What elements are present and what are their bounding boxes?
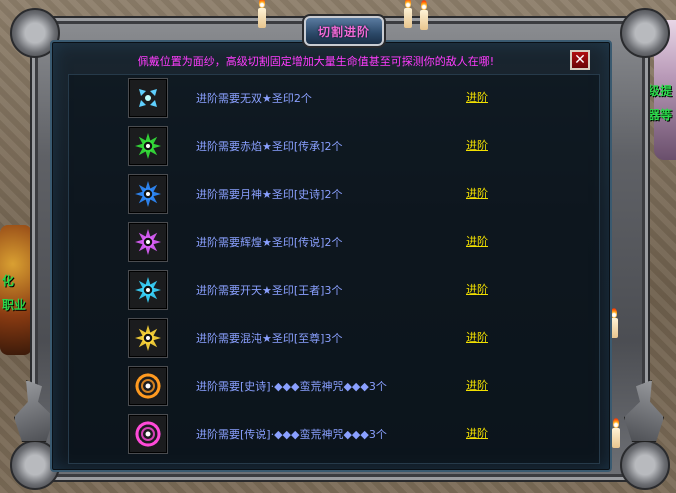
upgrade-row: 进阶需要混沌★圣印[至尊]3个 进阶 <box>128 318 578 358</box>
npc-figure-left <box>0 225 32 355</box>
requirement-text: 进阶需要赤焰★圣印[传承]2个 <box>196 140 343 153</box>
requirement-text: 进阶需要开天★圣印[王者]3个 <box>196 284 343 297</box>
requirement-text: 进阶需要[传说]·◆◆◆蛮荒神咒◆◆◆3个 <box>196 428 387 441</box>
seal-wushuang-icon <box>128 78 168 118</box>
upgrade-button[interactable]: 进阶 <box>466 137 488 153</box>
upgrade-button[interactable]: 进阶 <box>466 233 488 249</box>
upgrade-row: 进阶需要开天★圣印[王者]3个 进阶 <box>128 270 578 310</box>
close-icon: ✕ <box>574 52 586 68</box>
seal-chiyan-icon <box>128 126 168 166</box>
upgrade-row: 进阶需要辉煌★圣印[传说]2个 进阶 <box>128 222 578 262</box>
corner-ornament-top-right <box>620 8 670 58</box>
close-button[interactable]: ✕ <box>570 50 590 70</box>
seal-yueshen-icon <box>128 174 168 214</box>
requirement-text: 进阶需要月神★圣印[史诗]2个 <box>196 188 343 201</box>
requirement-text: 进阶需要无双★圣印2个 <box>196 92 312 105</box>
requirement-text: 进阶需要[史诗]·◆◆◆蛮荒神咒◆◆◆3个 <box>196 380 387 393</box>
upgrade-button[interactable]: 进阶 <box>466 377 488 393</box>
seal-kaitian-icon <box>128 270 168 310</box>
upgrade-row: 进阶需要[史诗]·◆◆◆蛮荒神咒◆◆◆3个 进阶 <box>128 366 578 406</box>
candle-icon <box>404 0 412 28</box>
requirement-text: 进阶需要混沌★圣印[至尊]3个 <box>196 332 343 345</box>
upgrade-row: 进阶需要[传说]·◆◆◆蛮荒神咒◆◆◆3个 进阶 <box>128 414 578 454</box>
seal-hundun-icon <box>128 318 168 358</box>
world-label-left-1: 化 <box>2 274 15 288</box>
upgrade-row: 进阶需要月神★圣印[史诗]2个 进阶 <box>128 174 578 214</box>
upgrade-button[interactable]: 进阶 <box>466 185 488 201</box>
corner-ornament-bottom-right <box>620 440 670 490</box>
upgrade-button[interactable]: 进阶 <box>466 281 488 297</box>
candle-icon <box>420 0 428 30</box>
rune-ring-gold-icon <box>128 366 168 406</box>
upgrade-button[interactable]: 进阶 <box>466 425 488 441</box>
candle-icon <box>612 418 620 448</box>
rune-ring-pink-icon <box>128 414 168 454</box>
seal-huihuang-icon <box>128 222 168 262</box>
upgrade-row: 进阶需要无双★圣印2个 进阶 <box>128 78 578 118</box>
upgrade-button[interactable]: 进阶 <box>466 329 488 345</box>
upgrade-row: 进阶需要赤焰★圣印[传承]2个 进阶 <box>128 126 578 166</box>
upgrade-button[interactable]: 进阶 <box>466 89 488 105</box>
title-plaque: 切割进阶 <box>304 16 384 46</box>
requirement-text: 进阶需要辉煌★圣印[传说]2个 <box>196 236 343 249</box>
world-label-left-2: 职业 <box>2 298 27 312</box>
description-text: 佩戴位置为面纱，高级切割固定增加大量生命值甚至可探测你的敌人在哪! <box>137 55 495 68</box>
dialog-title: 切割进阶 <box>317 24 370 39</box>
candle-icon <box>258 0 266 28</box>
